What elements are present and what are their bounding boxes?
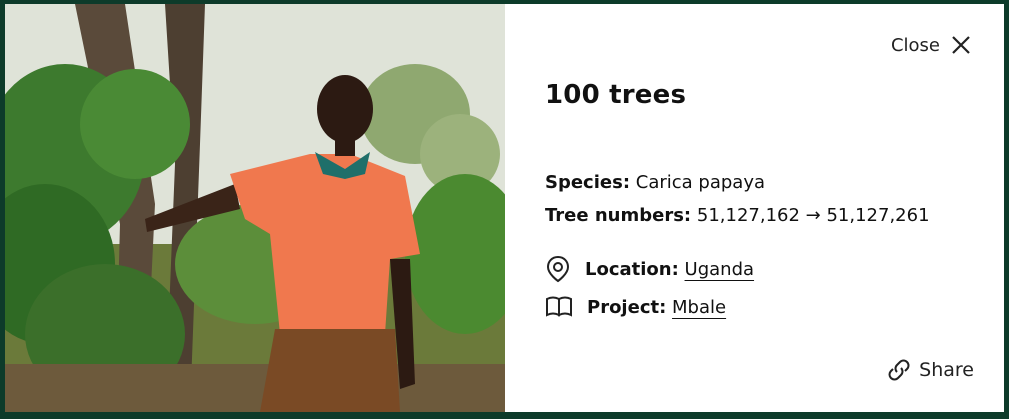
location-link[interactable]: Uganda	[685, 259, 755, 280]
book-icon	[546, 296, 572, 317]
tree-numbers-value: 51,127,162 → 51,127,261	[696, 205, 930, 226]
details-panel: Close 100 trees Species: Carica papaya T…	[505, 4, 1004, 412]
location-row: Location: Uganda	[545, 255, 754, 283]
tree-details-modal: Close 100 trees Species: Carica papaya T…	[5, 4, 1004, 412]
species-value: Carica papaya	[635, 172, 766, 193]
share-button[interactable]: Share	[887, 358, 974, 382]
project-label: Project:	[587, 296, 667, 318]
close-icon	[952, 36, 970, 54]
project-link[interactable]: Mbale	[672, 297, 726, 318]
link-icon	[888, 359, 910, 381]
location-pin-icon	[546, 255, 570, 283]
close-button[interactable]: Close	[891, 34, 972, 56]
tree-numbers-label: Tree numbers:	[545, 205, 692, 226]
tree-planter-photo	[5, 4, 505, 412]
location-label: Location:	[585, 258, 679, 280]
species-label: Species:	[545, 172, 631, 193]
share-label: Share	[919, 359, 974, 381]
project-row: Project: Mbale	[545, 295, 726, 319]
close-label: Close	[890, 34, 940, 56]
page-title: 100 trees	[545, 80, 687, 110]
tree-numbers-row: Tree numbers: 51,127,162 → 51,127,261	[545, 205, 930, 226]
species-row: Species: Carica papaya	[545, 172, 765, 193]
